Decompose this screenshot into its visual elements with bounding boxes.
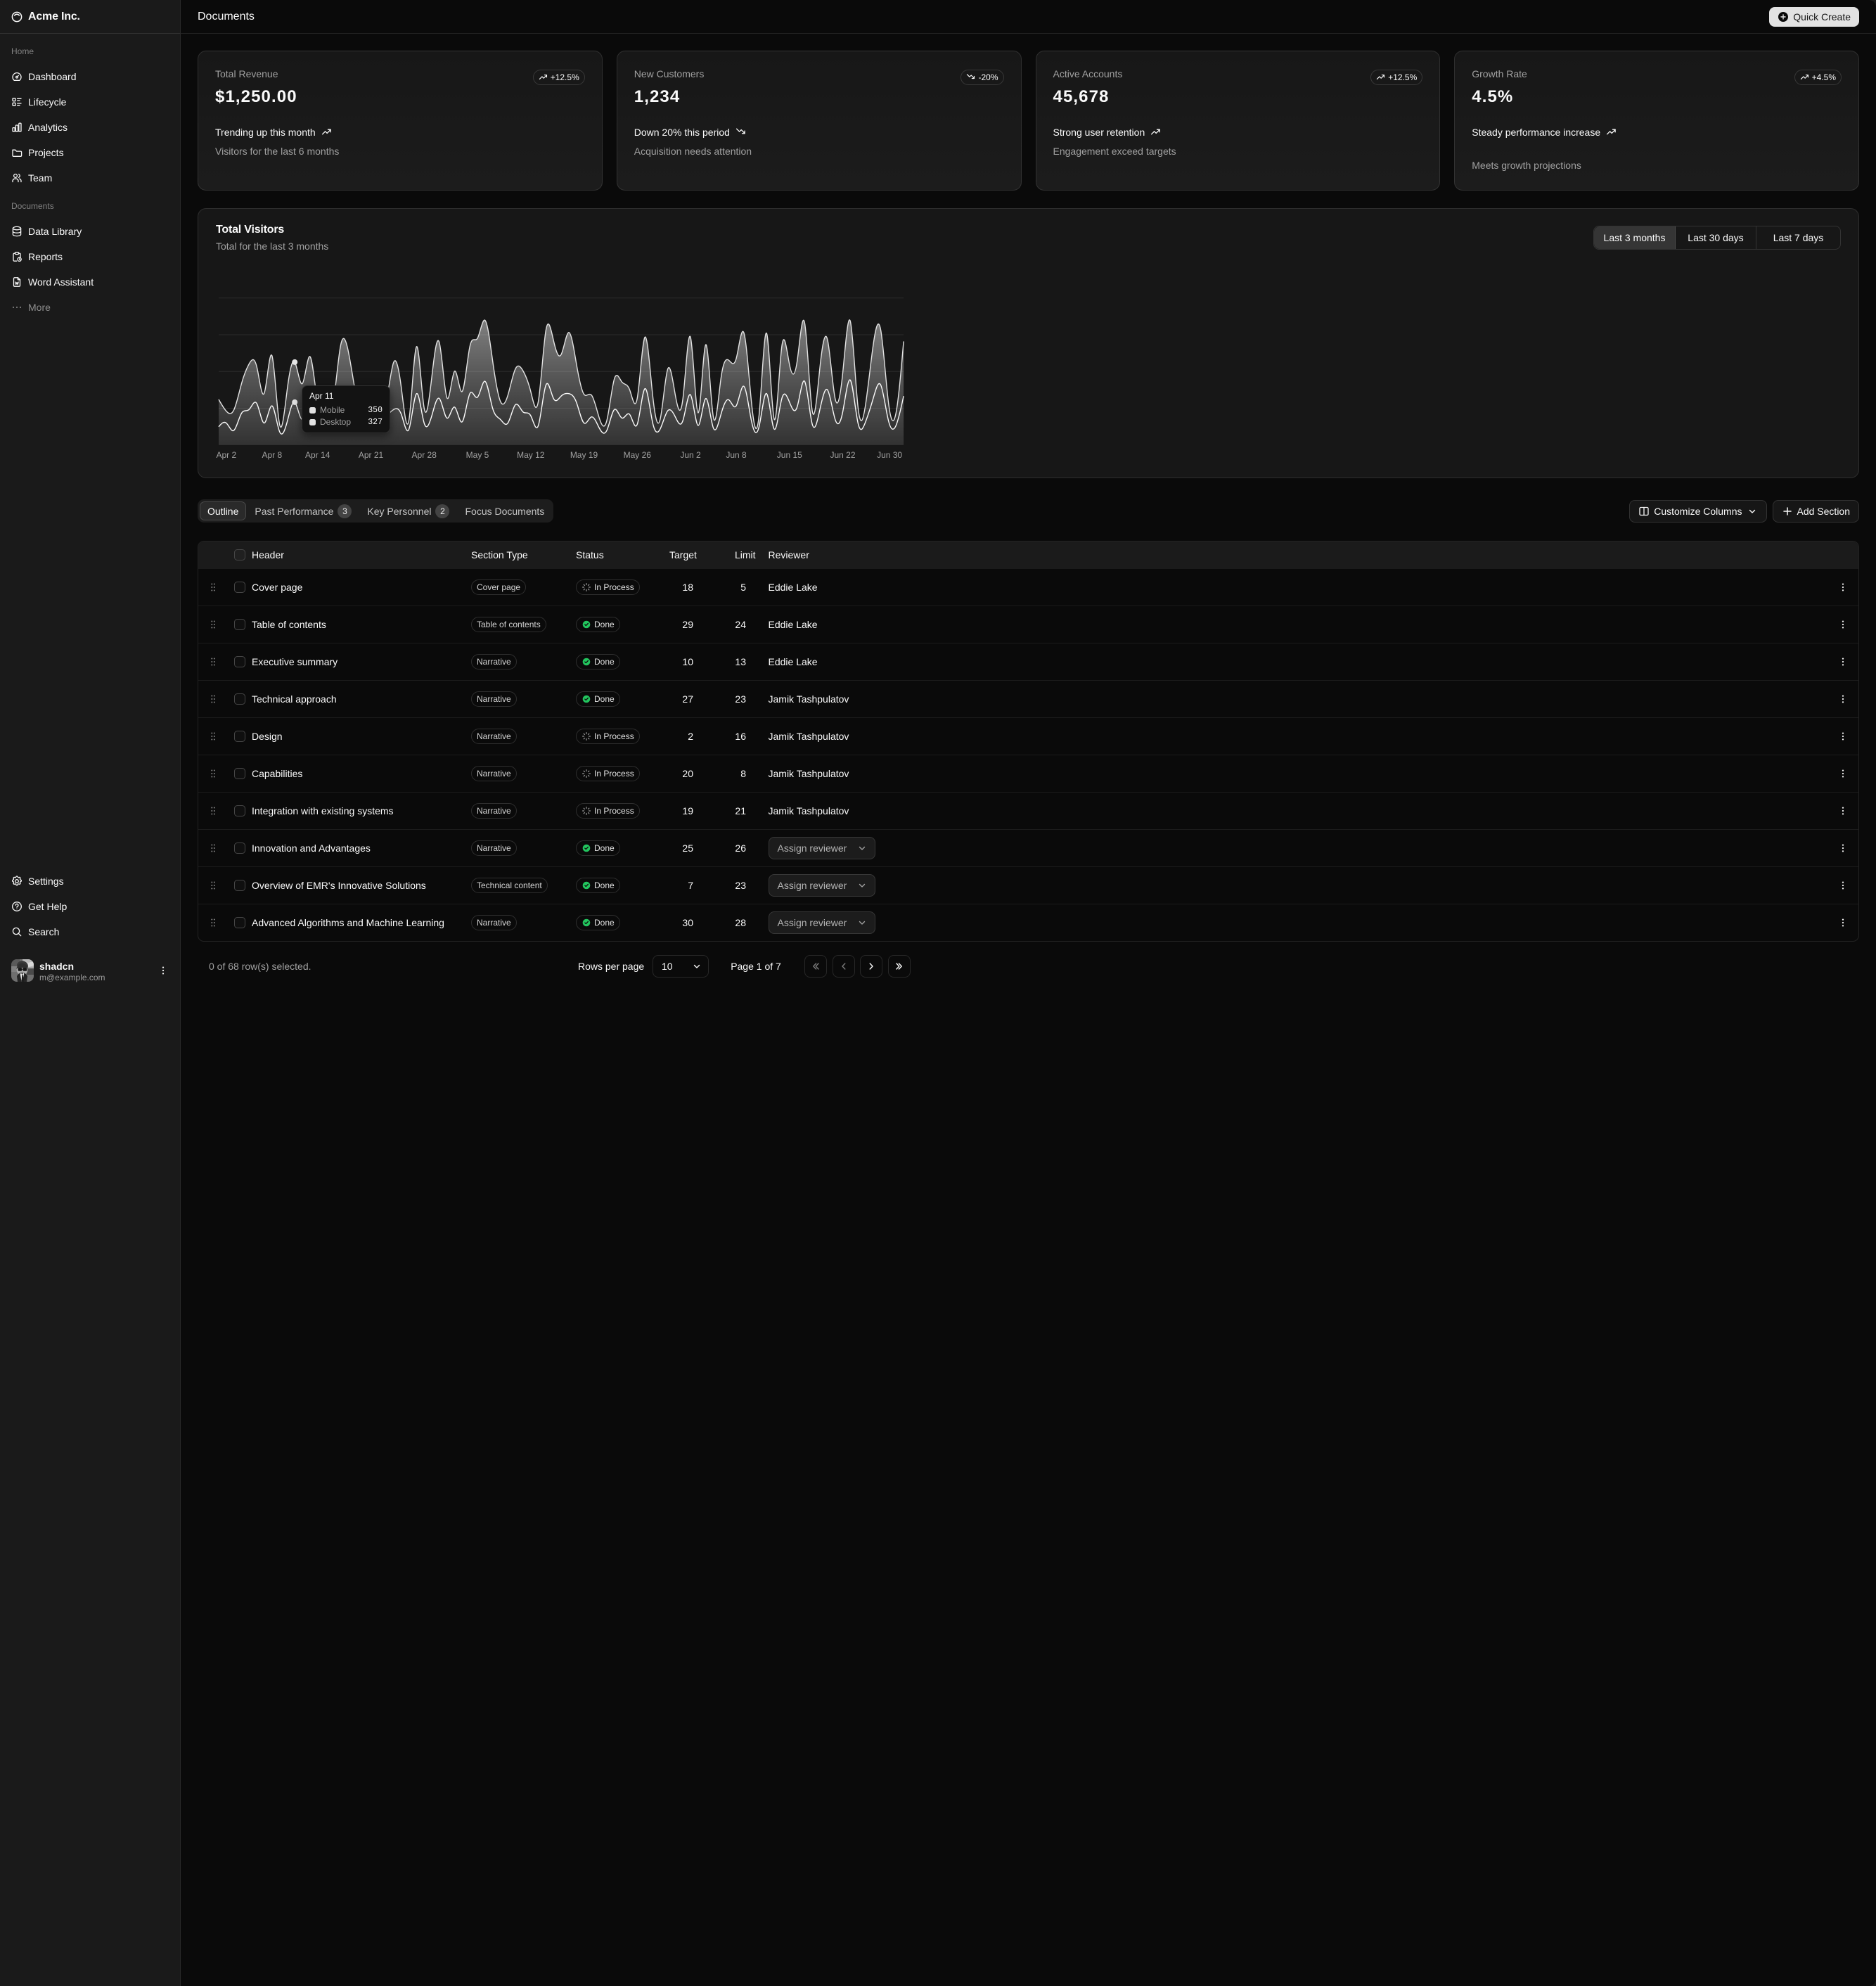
svg-text:May 26: May 26 bbox=[624, 450, 652, 460]
svg-text:Jun 2: Jun 2 bbox=[680, 450, 701, 460]
svg-text:Apr 21: Apr 21 bbox=[359, 450, 384, 460]
svg-text:Apr 14: Apr 14 bbox=[305, 450, 330, 460]
svg-text:Apr 28: Apr 28 bbox=[412, 450, 437, 460]
svg-text:May 5: May 5 bbox=[466, 450, 489, 460]
svg-text:Jun 30: Jun 30 bbox=[877, 450, 902, 460]
svg-text:Apr 2: Apr 2 bbox=[216, 450, 236, 460]
svg-text:Apr 8: Apr 8 bbox=[262, 450, 282, 460]
svg-text:Jun 22: Jun 22 bbox=[830, 450, 855, 460]
svg-text:May 12: May 12 bbox=[517, 450, 545, 460]
svg-text:May 19: May 19 bbox=[570, 450, 598, 460]
svg-text:Jun 15: Jun 15 bbox=[777, 450, 802, 460]
svg-text:Jun 8: Jun 8 bbox=[726, 450, 747, 460]
